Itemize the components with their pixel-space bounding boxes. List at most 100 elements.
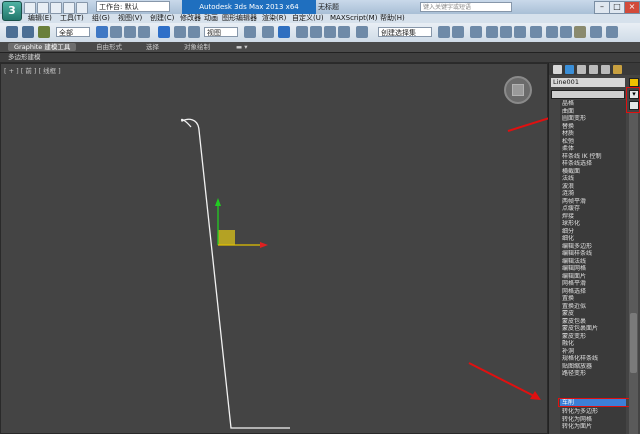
open-file-icon[interactable] bbox=[37, 2, 49, 14]
rendered-frame-icon[interactable] bbox=[560, 26, 572, 38]
modifier-item[interactable]: 蒙皮包裹面片 bbox=[560, 325, 626, 333]
workspace-dropdown[interactable]: 工作台: 默认 bbox=[96, 1, 170, 12]
undo-icon[interactable] bbox=[63, 2, 75, 14]
object-name-field[interactable]: Line001 bbox=[551, 78, 625, 87]
render-setup-icon[interactable] bbox=[546, 26, 558, 38]
rotate-icon[interactable] bbox=[174, 26, 186, 38]
modifier-item[interactable]: 补洞 bbox=[560, 348, 626, 356]
menu-maxscript[interactable]: MAXScript(M) bbox=[330, 14, 377, 23]
help-search-input[interactable]: 键入关键字或短语 bbox=[420, 2, 512, 12]
menu-views[interactable]: 视图(V) bbox=[118, 14, 142, 23]
select-manipulate-icon[interactable] bbox=[262, 26, 274, 38]
object-color-swatch[interactable] bbox=[629, 78, 639, 87]
modifier-item[interactable]: 晶格 bbox=[560, 100, 626, 108]
keyboard-shortcut-icon[interactable] bbox=[278, 26, 290, 38]
layer-manager-icon[interactable] bbox=[470, 26, 482, 38]
create-tab-icon[interactable] bbox=[553, 65, 562, 74]
modifier-item[interactable]: 贴图缩放器 bbox=[560, 363, 626, 371]
link-icon[interactable] bbox=[6, 26, 18, 38]
modifier-item[interactable]: 柔体 bbox=[560, 145, 626, 153]
viewport-label[interactable]: [ + ] [ 前 ] [ 线框 ] bbox=[4, 65, 61, 75]
unlink-icon[interactable] bbox=[22, 26, 34, 38]
menu-edit[interactable]: 编辑(E) bbox=[28, 14, 52, 23]
bind-space-warp-icon[interactable] bbox=[38, 26, 50, 38]
menu-graph-editors[interactable]: 图形编辑器 bbox=[222, 14, 257, 23]
modifier-item[interactable]: 蒙皮包裹 bbox=[560, 318, 626, 326]
modifier-item[interactable]: 编辑网格 bbox=[560, 265, 626, 273]
modifier-item[interactable]: 两帧平滑 bbox=[560, 198, 626, 206]
redo-icon[interactable] bbox=[76, 2, 88, 14]
modifier-item[interactable]: 编辑法线 bbox=[560, 258, 626, 266]
new-file-icon[interactable] bbox=[24, 2, 36, 14]
modifier-item[interactable]: 球形化 bbox=[560, 220, 626, 228]
material-editor-icon[interactable] bbox=[530, 26, 542, 38]
move-icon[interactable] bbox=[158, 26, 170, 38]
modifier-item[interactable]: 材质 bbox=[560, 130, 626, 138]
motion-tab-icon[interactable] bbox=[589, 65, 598, 74]
modifier-item[interactable]: 编辑面片 bbox=[560, 273, 626, 281]
teapot-icon[interactable] bbox=[606, 26, 618, 38]
pivot-center-icon[interactable] bbox=[244, 26, 256, 38]
hierarchy-tab-icon[interactable] bbox=[577, 65, 586, 74]
modifier-item[interactable]: 置换近似 bbox=[560, 303, 626, 311]
modifier-item[interactable]: 编辑样条线 bbox=[560, 250, 626, 258]
modifier-item[interactable]: 圆面变形 bbox=[560, 115, 626, 123]
modifier-item[interactable]: 置换 bbox=[560, 295, 626, 303]
edit-named-selection-icon[interactable] bbox=[356, 26, 368, 38]
percent-snap-icon[interactable] bbox=[324, 26, 336, 38]
modifier-item[interactable]: 曲面 bbox=[560, 108, 626, 116]
tab-graphite-modeling[interactable]: Graphite 建模工具 bbox=[8, 43, 77, 51]
modifier-item[interactable]: 波浪 bbox=[560, 183, 626, 191]
menu-help[interactable]: 帮助(H) bbox=[380, 14, 405, 23]
modifier-item[interactable]: 路径变形 bbox=[560, 370, 626, 378]
selection-filter-dropdown[interactable]: 全部 bbox=[56, 27, 90, 37]
modifier-item[interactable]: 融化 bbox=[560, 340, 626, 348]
menu-animation[interactable]: 动画 bbox=[204, 14, 218, 23]
modifier-item[interactable]: 转化为面片 bbox=[560, 423, 626, 431]
named-selection-set-dropdown[interactable]: 创建选择集 bbox=[378, 27, 432, 37]
reference-coordinate-dropdown[interactable]: 视图 bbox=[204, 27, 238, 37]
modifier-item[interactable]: 蒙皮 bbox=[560, 310, 626, 318]
modifier-item[interactable]: 转化为多边形 bbox=[560, 408, 626, 416]
ribbon-options-icon[interactable]: ▬ ▾ bbox=[236, 43, 247, 51]
modifier-item[interactable]: 网格选择 bbox=[560, 288, 626, 296]
modifier-item[interactable]: 细分 bbox=[560, 228, 626, 236]
modifier-item[interactable]: 样条线 IK 控制 bbox=[560, 153, 626, 161]
menu-create[interactable]: 创建(C) bbox=[150, 14, 174, 23]
modifier-item[interactable]: 横截面 bbox=[560, 168, 626, 176]
angle-snap-icon[interactable] bbox=[310, 26, 322, 38]
modifier-item[interactable]: 转化为网格 bbox=[560, 416, 626, 424]
tab-selection[interactable]: 选择 bbox=[146, 43, 159, 51]
modify-tab-icon[interactable] bbox=[565, 65, 574, 74]
save-file-icon[interactable] bbox=[50, 2, 62, 14]
curve-editor-icon[interactable] bbox=[500, 26, 512, 38]
align-icon[interactable] bbox=[452, 26, 464, 38]
select-object-icon[interactable] bbox=[96, 26, 108, 38]
modifier-item[interactable]: 替换 bbox=[560, 123, 626, 131]
modifier-list-dropdown[interactable] bbox=[551, 90, 625, 99]
menu-rendering[interactable]: 渲染(R) bbox=[262, 14, 286, 23]
schematic-view-icon[interactable] bbox=[514, 26, 526, 38]
modifier-item[interactable]: 涟漪 bbox=[560, 190, 626, 198]
close-button[interactable]: × bbox=[624, 1, 640, 14]
modifier-item[interactable]: 蒙皮变形 bbox=[560, 333, 626, 341]
modifier-item[interactable]: 规格化样条线 bbox=[560, 355, 626, 363]
rectangle-selection-icon[interactable] bbox=[124, 26, 136, 38]
modifier-item[interactable]: 细化 bbox=[560, 235, 626, 243]
scale-icon[interactable] bbox=[188, 26, 200, 38]
utilities-tab-icon[interactable] bbox=[613, 65, 622, 74]
tab-freeform[interactable]: 自由形式 bbox=[96, 43, 122, 51]
modifier-item[interactable]: 点缓存 bbox=[560, 205, 626, 213]
tab-object-paint[interactable]: 对象绘制 bbox=[184, 43, 210, 51]
snaps-toggle-icon[interactable] bbox=[296, 26, 308, 38]
select-by-name-icon[interactable] bbox=[110, 26, 122, 38]
viewcube-icon[interactable] bbox=[504, 76, 532, 104]
render-icon[interactable] bbox=[590, 26, 602, 38]
display-tab-icon[interactable] bbox=[601, 65, 610, 74]
app-logo-icon[interactable]: 3 bbox=[2, 1, 22, 21]
spinner-snap-icon[interactable] bbox=[338, 26, 350, 38]
menu-customize[interactable]: 自定义(U) bbox=[292, 14, 324, 23]
modifier-item[interactable]: 松弛 bbox=[560, 138, 626, 146]
window-crossing-icon[interactable] bbox=[138, 26, 150, 38]
maximize-button[interactable]: □ bbox=[609, 1, 625, 14]
